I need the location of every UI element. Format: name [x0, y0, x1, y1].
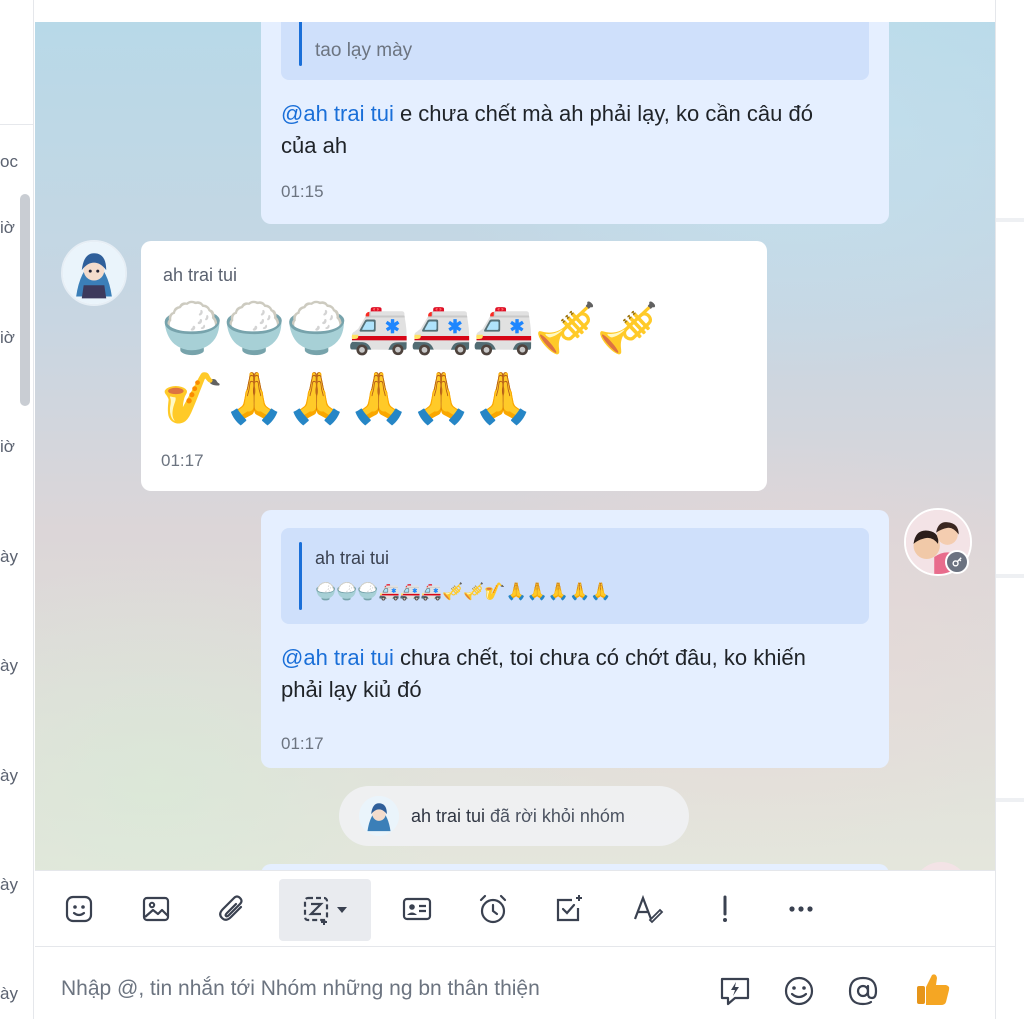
- message-bubble-sent[interactable]: ah trai tui 🍚🍚🍚🚑🚑🚑🎺🎺🎷🙏🙏🙏🙏🙏 @ah trai tui …: [261, 510, 889, 768]
- message-time: 01:15: [281, 182, 324, 201]
- quick-message-icon[interactable]: [717, 973, 753, 1009]
- conversation-time-fragment: ày: [0, 656, 18, 675]
- quote-sender: ah trai tui: [315, 548, 390, 568]
- conversation-time-fragment: iờ: [0, 437, 15, 456]
- reminder-icon: [479, 894, 507, 924]
- sticker-icon: [65, 895, 93, 923]
- emoji-icon[interactable]: [781, 973, 817, 1009]
- message-time: 01:17: [161, 451, 204, 470]
- message-text-part: e chưa chết mà ah phải lạy, ko cần câu đ…: [393, 101, 813, 126]
- message-composer[interactable]: Nhập @, tin nhắn tới Nhóm những ng bn th…: [35, 946, 995, 1019]
- quoted-message[interactable]: ah trai tui 🍚🍚🍚🚑🚑🚑🎺🎺🎷🙏🙏🙏🙏🙏: [281, 528, 869, 624]
- key-badge-icon: [945, 550, 969, 574]
- system-notification: ah trai tui đã rời khỏi nhóm: [339, 786, 689, 846]
- anime-avatar-icon: [63, 242, 125, 304]
- anime-avatar-icon: [359, 796, 399, 836]
- important-button[interactable]: [699, 881, 751, 937]
- todo-icon: [556, 895, 582, 922]
- system-action-text: đã rời khỏi nhóm: [485, 805, 625, 826]
- message-text: @ah trai tui e chưa chết mà ah phải lạy,…: [281, 98, 813, 130]
- todo-button[interactable]: [543, 881, 595, 937]
- reminder-button[interactable]: [467, 881, 519, 937]
- conversation-time-fragment: ày: [0, 984, 18, 1003]
- conversation-list-edge: oc iờ iờ iờ ày ày ày ày ày: [0, 0, 34, 1019]
- mention-link[interactable]: @ah trai tui: [281, 645, 394, 670]
- text-format-icon: [633, 894, 664, 924]
- conversation-time-fragment: ày: [0, 547, 18, 566]
- conversation-time-fragment: iờ: [0, 218, 15, 237]
- mention-icon[interactable]: [845, 973, 881, 1009]
- system-member-name: ah trai tui: [411, 805, 486, 826]
- image-button[interactable]: [130, 881, 182, 937]
- quote-bar: [299, 22, 302, 66]
- chat-window: oc iờ iờ iờ ày ày ày ày ày tao lạy mày @…: [0, 0, 1024, 1019]
- sender-avatar[interactable]: [61, 240, 127, 306]
- contact-card-icon: [402, 897, 432, 921]
- message-bubble-received[interactable]: ah trai tui 🍚🍚🍚🚑🚑🚑🎺🎺 🎷🙏🙏🙏🙏🙏 01:17: [141, 241, 767, 491]
- more-button[interactable]: [775, 881, 827, 937]
- like-thumb-icon[interactable]: [913, 969, 953, 1009]
- important-icon: [723, 895, 727, 922]
- sticker-button[interactable]: [53, 881, 105, 937]
- message-text-line: phải lạy kiủ đó: [281, 677, 422, 702]
- my-avatar[interactable]: [913, 862, 969, 870]
- quoted-message[interactable]: tao lạy mày: [281, 22, 869, 80]
- sender-name: ah trai tui: [163, 265, 238, 285]
- chat-header-edge: [35, 0, 995, 22]
- conversation-time-fragment: iờ: [0, 328, 15, 347]
- conversation-list-scrollbar[interactable]: [20, 194, 30, 406]
- contact-card-button[interactable]: [391, 881, 443, 937]
- message-text-line: của ah: [281, 133, 348, 158]
- conversation-time-fragment: oc: [0, 152, 18, 171]
- system-text: ah trai tui đã rời khỏi nhóm: [411, 806, 625, 827]
- left-member-avatar: [359, 796, 399, 836]
- emoji-message-line: 🎷🙏🙏🙏🙏🙏: [161, 369, 535, 427]
- screenshot-button[interactable]: [279, 879, 371, 941]
- more-icon: [789, 906, 813, 912]
- info-panel-edge: [995, 0, 1024, 1019]
- message-bubble-sent[interactable]: tao lạy mày @ah trai tui e chưa chết mà …: [261, 22, 889, 224]
- attach-icon: [219, 895, 243, 921]
- quote-bar: [299, 542, 302, 610]
- quote-emoji-text: 🍚🍚🍚🚑🚑🚑🎺🎺🎷🙏🙏🙏🙏🙏: [315, 582, 612, 602]
- attach-button[interactable]: [207, 881, 259, 937]
- conversation-time-fragment: ày: [0, 766, 18, 785]
- text-format-button[interactable]: [621, 881, 673, 937]
- message-time: 01:17: [281, 734, 324, 753]
- quote-text: tao lạy mày: [315, 40, 413, 61]
- message-list[interactable]: tao lạy mày @ah trai tui e chưa chết mà …: [35, 22, 995, 870]
- message-text-part: chưa chết, toi chưa có chớt đâu, ko khiế…: [393, 645, 806, 670]
- screenshot-icon: [303, 896, 347, 925]
- mention-link[interactable]: @ah trai tui: [281, 101, 394, 126]
- message-input[interactable]: Nhập @, tin nhắn tới Nhóm những ng bn th…: [61, 977, 540, 1001]
- composer-toolbar: [35, 870, 995, 946]
- message-text: @ah trai tui chưa chết, toi chưa có chớt…: [281, 642, 806, 674]
- emoji-message-line: 🍚🍚🍚🚑🚑🚑🎺🎺: [161, 299, 660, 357]
- image-icon: [142, 896, 170, 922]
- conversation-time-fragment: ày: [0, 875, 18, 894]
